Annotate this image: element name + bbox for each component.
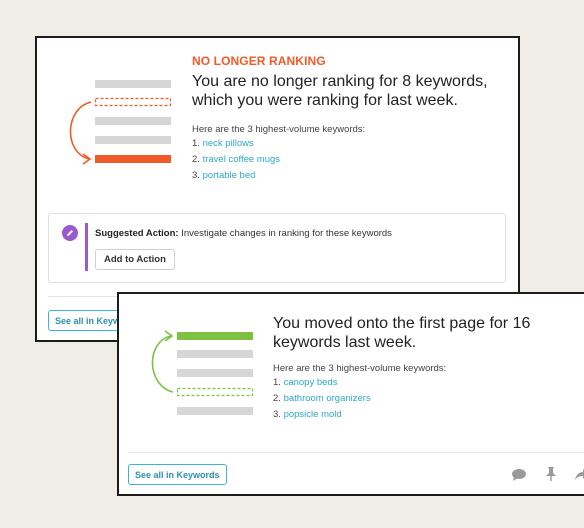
suggested-action-text: Suggested Action: Investigate changes in… (95, 228, 392, 239)
add-to-action-button[interactable]: Add to Action (95, 249, 175, 270)
keyword-link-travel-coffee-mugs[interactable]: travel coffee mugs (203, 154, 280, 165)
list-item: 1. canopy beds (273, 377, 338, 388)
suggested-action-box: Suggested Action: Investigate changes in… (48, 213, 506, 283)
pencil-icon (62, 225, 78, 241)
list-item: 1. neck pillows (192, 138, 254, 149)
first-page-card: You moved onto the first page for 16 key… (117, 292, 584, 496)
headline: You moved onto the first page for 16 key… (273, 315, 531, 351)
list-item: 2. travel coffee mugs (192, 154, 281, 165)
keyword-link-bathroom-organizers[interactable]: bathroom organizers (284, 393, 371, 404)
pin-icon[interactable] (544, 466, 558, 482)
keyword-list: 1. canopy beds 2. bathroom organizers 3.… (273, 375, 371, 423)
keyword-link-canopy-beds[interactable]: canopy beds (284, 377, 338, 388)
accent-bar (85, 223, 88, 271)
see-all-in-keywords-button[interactable]: See all in Keywords (128, 464, 227, 485)
keyword-list: 1. neck pillows 2. travel coffee mugs 3.… (192, 136, 280, 184)
list-item: 3. popsicle mold (273, 409, 342, 420)
keyword-link-portable-bed[interactable]: portable bed (203, 170, 256, 181)
ranking-drop-illustration (69, 80, 172, 165)
share-icon[interactable] (573, 466, 584, 482)
ranking-rise-illustration (151, 330, 254, 415)
keyword-link-neck-pillows[interactable]: neck pillows (203, 138, 254, 149)
keywords-intro: Here are the 3 highest-volume keywords: (273, 363, 447, 374)
divider (128, 452, 584, 453)
comment-icon[interactable] (511, 468, 527, 482)
list-item: 2. bathroom organizers (273, 393, 371, 404)
headline: You are no longer ranking for 8 keywords… (192, 73, 488, 109)
keywords-intro: Here are the 3 highest-volume keywords: (192, 124, 366, 135)
keyword-link-popsicle-mold[interactable]: popsicle mold (284, 409, 342, 420)
section-title: NO LONGER RANKING (192, 54, 326, 68)
list-item: 3. portable bed (192, 170, 256, 181)
